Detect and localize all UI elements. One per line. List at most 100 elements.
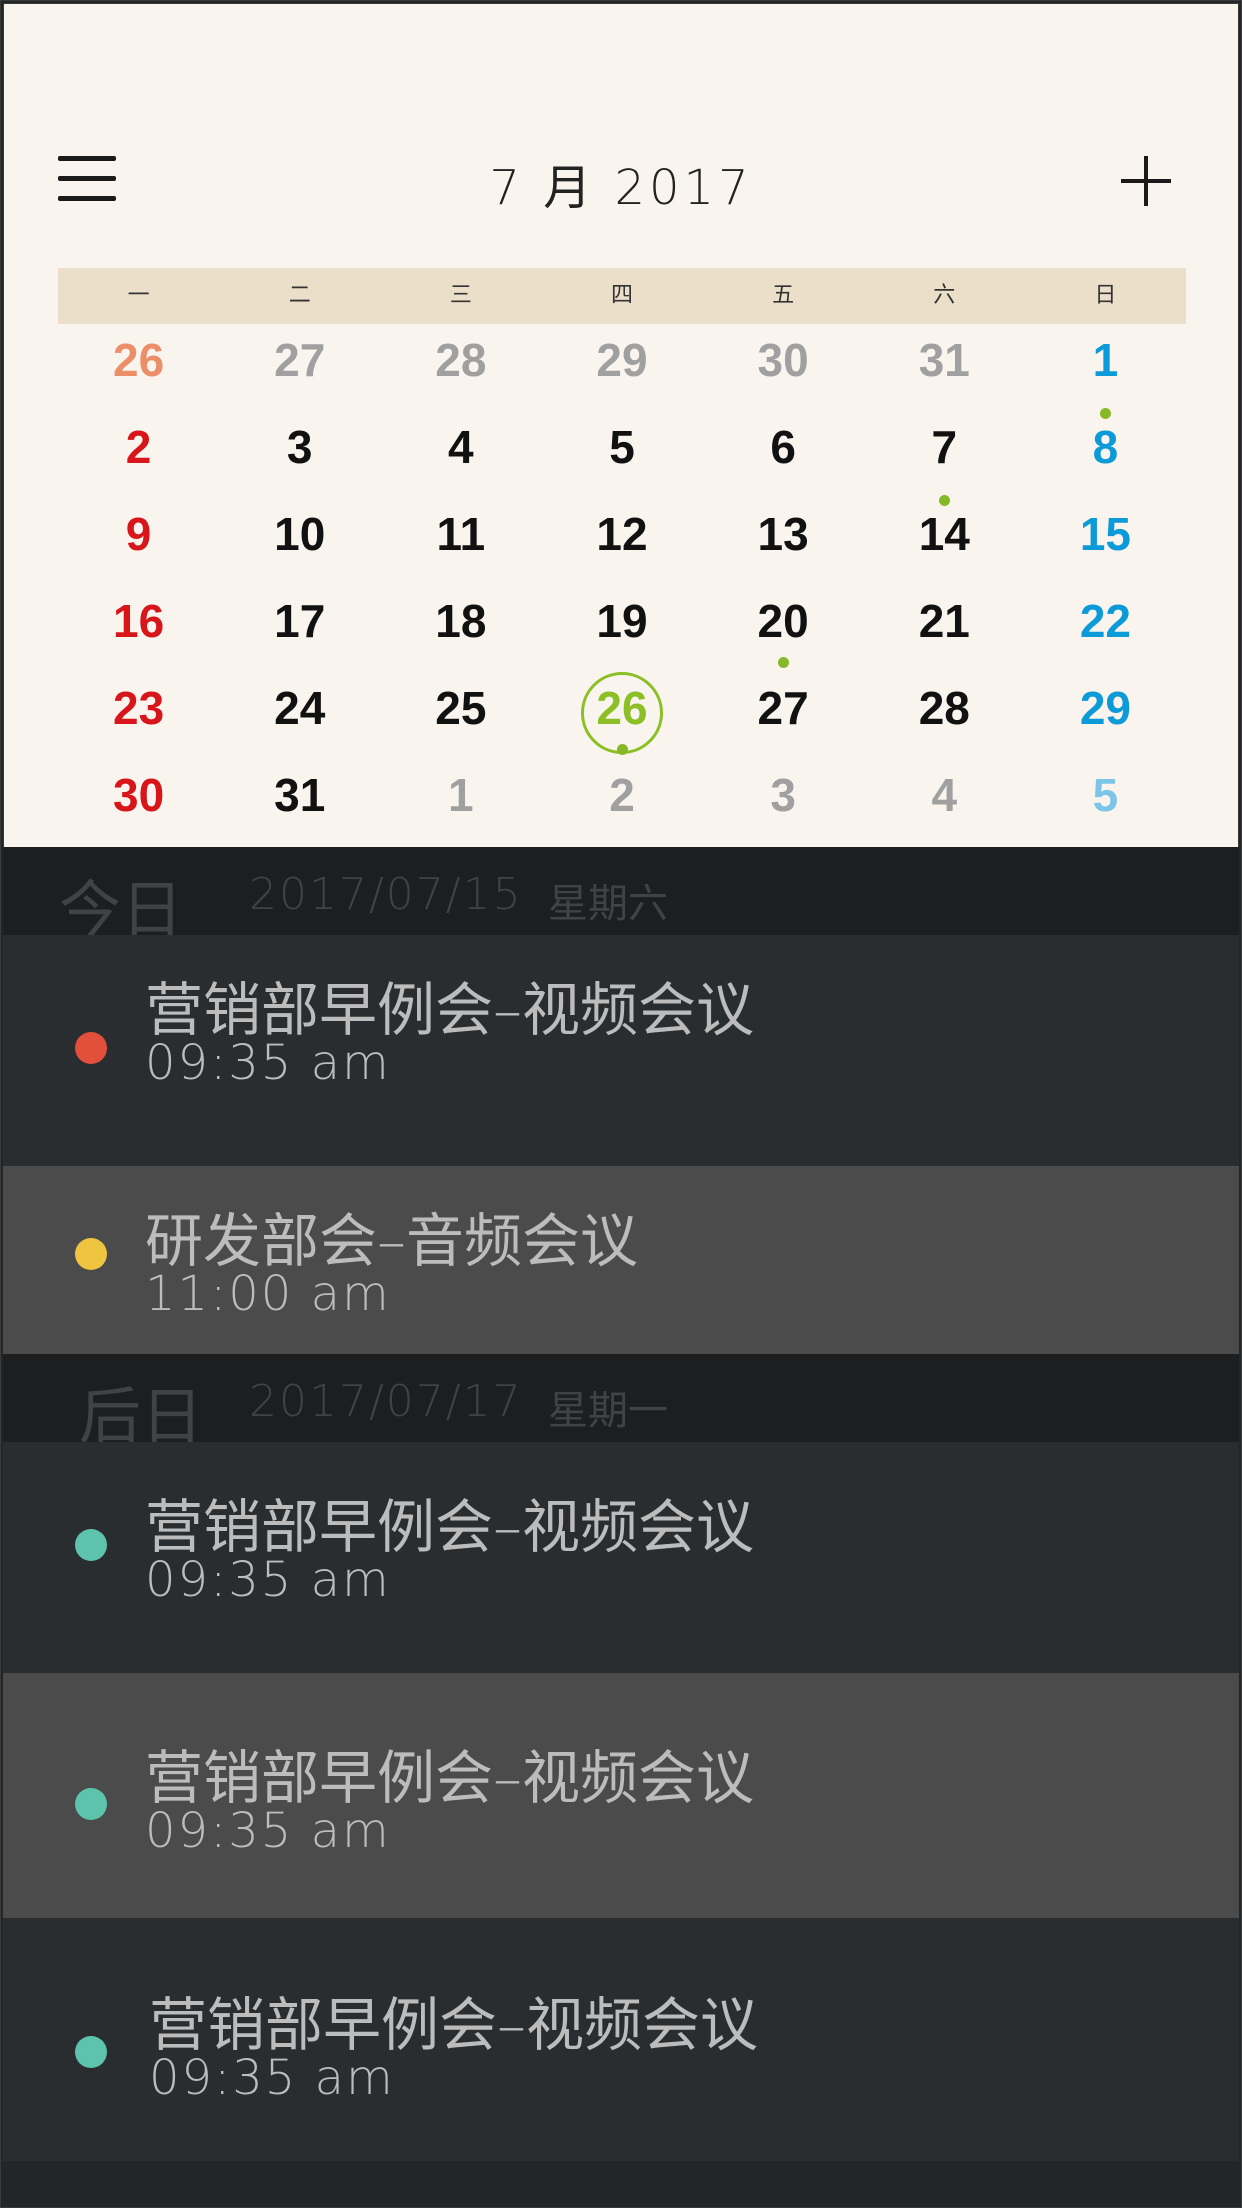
calendar-day[interactable]: 27	[219, 326, 380, 413]
day-number: 16	[112, 595, 165, 647]
event-indicator-dot	[939, 495, 951, 506]
day-number: 28	[435, 334, 487, 386]
calendar-day[interactable]: 1	[380, 761, 541, 848]
event-item[interactable]: 营销部早例会–视频会议 09:35 am	[3, 935, 1239, 1166]
calendar-day[interactable]: 20	[703, 587, 864, 674]
day-number: 19	[596, 595, 648, 647]
calendar-day[interactable]: 26	[58, 326, 219, 413]
calendar-day[interactable]: 23	[58, 674, 219, 761]
calendar-day[interactable]: 30	[703, 326, 864, 413]
calendar-day[interactable]: 10	[219, 500, 380, 587]
calendar-panel: 7 月 2017 一 二 三 四 五 六 日 26 27 28 29 30 31…	[3, 3, 1239, 847]
calendar-grid: 26 27 28 29 30 31 1 2 3 4 5 6 7 8 9 10 1…	[58, 326, 1186, 848]
day-number: 27	[757, 682, 809, 734]
weekday-label: 三	[449, 283, 472, 308]
day-number: 9	[125, 508, 152, 560]
day-number: 2	[125, 421, 152, 473]
calendar-week-row: 2 3 4 5 6 7 8	[58, 408, 1186, 500]
calendar-day[interactable]: 31	[864, 326, 1025, 413]
calendar-day[interactable]: 27	[703, 674, 864, 761]
day-number: 15	[1079, 508, 1131, 560]
calendar-day[interactable]: 19	[541, 587, 702, 674]
event-time: 09:35 am	[145, 1552, 391, 1608]
day-number: 22	[1079, 595, 1131, 647]
weekday-label: 二	[288, 283, 311, 308]
event-indicator-dot	[1100, 408, 1112, 419]
day-number: 18	[435, 595, 487, 647]
calendar-day[interactable]: 29	[1025, 674, 1186, 761]
weekday-label: 五	[772, 283, 795, 308]
calendar-day[interactable]: 28	[864, 674, 1025, 761]
weekday-header: 一 二 三 四 五 六 日	[58, 268, 1186, 324]
day-number: 8	[1092, 421, 1119, 473]
weekday-label: 日	[1094, 283, 1117, 308]
event-time: 09:35 am	[145, 1035, 391, 1091]
day-number: 20	[757, 595, 809, 647]
calendar-week-row: 23 24 25 26 27 28 29	[58, 672, 1186, 761]
day-number: 30	[757, 334, 809, 386]
event-indicator-dot	[778, 657, 790, 668]
calendar-day[interactable]: 6	[703, 413, 864, 500]
day-number: 5	[1092, 769, 1119, 821]
section-weekday: 星期一	[548, 1388, 668, 1434]
calendar-day[interactable]: 15	[1025, 500, 1186, 587]
day-number: 29	[596, 334, 648, 386]
calendar-week-row: 30 31 1 2 3 4 5	[58, 761, 1186, 848]
event-color-dot	[75, 2036, 107, 2068]
calendar-day[interactable]: 4	[864, 761, 1025, 848]
calendar-day[interactable]: 18	[380, 587, 541, 674]
calendar-day[interactable]: 16	[58, 587, 219, 674]
calendar-day[interactable]: 5	[1025, 761, 1186, 848]
event-item[interactable]: 营销部早例会–视频会议 09:35 am	[3, 1918, 1239, 2161]
day-number: 26	[596, 682, 648, 734]
weekday-label: 四	[610, 283, 633, 308]
month-title[interactable]: 7 月 2017	[4, 148, 1238, 218]
agenda-list: 今日 2017/07/15 星期六 营销部早例会–视频会议 09:35 am 研…	[3, 847, 1239, 2161]
calendar-day[interactable]: 5	[541, 413, 702, 500]
event-time: 09:35 am	[145, 1803, 391, 1859]
calendar-day[interactable]: 3	[219, 413, 380, 500]
calendar-day[interactable]: 31	[219, 761, 380, 848]
calendar-day[interactable]: 9	[58, 500, 219, 587]
event-item[interactable]: 营销部早例会–视频会议 09:35 am	[3, 1673, 1239, 1918]
day-number: 1	[448, 769, 474, 821]
calendar-day-selected[interactable]: 26	[541, 672, 702, 761]
day-number: 13	[757, 508, 809, 560]
calendar-day[interactable]: 8	[1025, 408, 1186, 500]
weekday-label: 六	[933, 283, 956, 308]
plus-icon[interactable]	[1121, 156, 1171, 206]
calendar-day[interactable]: 3	[703, 761, 864, 848]
calendar-day[interactable]: 7	[864, 413, 1025, 500]
calendar-day[interactable]: 13	[703, 500, 864, 587]
calendar-day[interactable]: 12	[541, 500, 702, 587]
day-number: 7	[931, 421, 958, 473]
calendar-day[interactable]: 2	[58, 413, 219, 500]
event-item[interactable]: 营销部早例会–视频会议 09:35 am	[3, 1442, 1239, 1673]
day-number: 3	[286, 421, 313, 473]
calendar-day[interactable]: 28	[380, 326, 541, 413]
day-number: 10	[274, 508, 326, 560]
day-number: 4	[931, 769, 958, 821]
calendar-day[interactable]: 24	[219, 674, 380, 761]
calendar-day[interactable]: 14	[864, 495, 1025, 587]
calendar-day[interactable]: 17	[219, 587, 380, 674]
day-number: 24	[274, 682, 326, 734]
day-number: 2	[609, 769, 635, 821]
event-time: 09:35 am	[149, 2050, 395, 2106]
calendar-day[interactable]: 1	[1025, 326, 1186, 413]
day-number: 11	[436, 508, 486, 560]
event-item[interactable]: 研发部会–音频会议 11:00 am	[3, 1166, 1239, 1354]
calendar-day[interactable]: 25	[380, 674, 541, 761]
event-color-dot	[75, 1788, 107, 1820]
calendar-day[interactable]: 2	[541, 761, 702, 848]
agenda-section-header: 今日 2017/07/15 星期六	[3, 847, 1239, 946]
day-number: 31	[274, 769, 326, 821]
calendar-day[interactable]: 21	[864, 587, 1025, 674]
calendar-day[interactable]: 22	[1025, 587, 1186, 674]
calendar-day[interactable]: 29	[541, 326, 702, 413]
event-indicator-dot	[616, 744, 628, 755]
section-weekday: 星期六	[548, 881, 668, 927]
calendar-day[interactable]: 11	[380, 500, 541, 587]
calendar-day[interactable]: 4	[380, 413, 541, 500]
calendar-day[interactable]: 30	[58, 761, 219, 848]
